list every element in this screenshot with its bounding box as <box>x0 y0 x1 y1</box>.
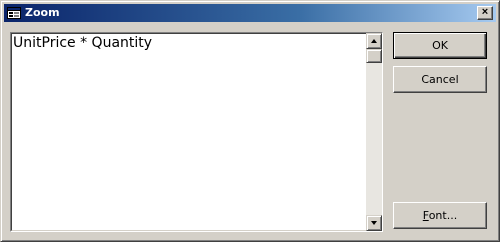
zoom-text-area[interactable]: UnitPrice * Quantity <box>10 32 383 232</box>
scroll-up-button[interactable] <box>366 33 382 49</box>
cancel-button-label: Cancel <box>421 73 459 86</box>
ok-button[interactable]: OK <box>393 32 487 59</box>
window-title: Zoom <box>25 6 60 19</box>
title-bar[interactable]: Zoom × <box>4 4 496 22</box>
vertical-scrollbar[interactable] <box>366 33 382 231</box>
arrow-down-icon <box>371 221 377 225</box>
ok-button-label: OK <box>432 39 448 52</box>
font-button-label: ont... <box>428 209 458 222</box>
zoom-dialog: Zoom × UnitPrice * Quantity OK Cancel Fo… <box>0 0 500 242</box>
scroll-down-button[interactable] <box>366 215 382 231</box>
scroll-thumb[interactable] <box>366 49 382 63</box>
font-button[interactable]: Font... <box>393 202 487 229</box>
arrow-up-icon <box>371 39 377 43</box>
cancel-button[interactable]: Cancel <box>393 66 487 93</box>
text-area-frame <box>11 33 382 231</box>
close-icon: × <box>481 6 489 18</box>
form-window-icon <box>7 6 21 20</box>
close-button[interactable]: × <box>477 6 493 20</box>
expression-text[interactable]: UnitPrice * Quantity <box>13 34 363 52</box>
